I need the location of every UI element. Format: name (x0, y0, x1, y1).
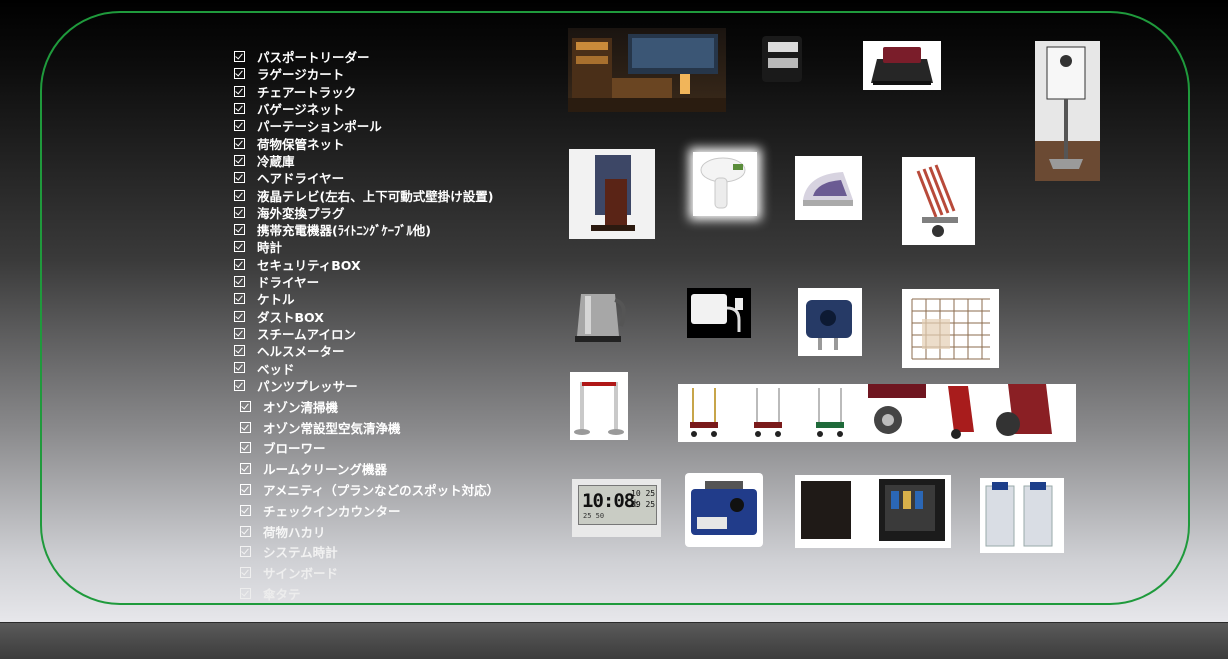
checkbox-icon (240, 463, 251, 475)
list-item: チェアートラック (234, 83, 564, 100)
hotel-room-photo (568, 28, 726, 112)
list-item: 荷物保管ネット (234, 134, 564, 152)
checkbox-icon (240, 400, 251, 412)
list-item: サインボード (240, 562, 570, 583)
sign-board-photo (1035, 41, 1100, 181)
luggage-carts-photo (678, 384, 1076, 442)
list-item: セキュリティBOX (234, 256, 564, 273)
checkbox-icon (234, 103, 245, 115)
checkbox-icon (240, 504, 251, 516)
list-item: 荷物ハカリ (240, 521, 570, 542)
checkbox-icon (234, 362, 245, 374)
system-clock-photo: 10:08 10 25 土 59 25 25 50 (572, 479, 661, 537)
checkbox-icon (234, 154, 245, 166)
checkbox-icon (234, 258, 245, 270)
list-item: オゾン常設型空気清浄機 (240, 417, 570, 438)
checkbox-icon (240, 588, 251, 600)
checkbox-icon (234, 206, 245, 218)
travel-plug-adapter-photo (798, 288, 862, 356)
checkbox-icon (234, 345, 245, 357)
list-item: オゾン清掃機 (240, 396, 570, 417)
list-item: ダストBOX (234, 307, 564, 325)
list-item: パスポートリーダー (234, 48, 564, 65)
list-item: ケトル (234, 290, 564, 307)
list-item: ヘルスメーター (234, 342, 564, 359)
ozone-cleaner-photo (685, 473, 763, 547)
list-item: 傘タテ (240, 583, 570, 604)
checkbox-icon (234, 51, 245, 63)
checkbox-icon (234, 224, 245, 236)
list-item: ルームクリーング機器 (240, 458, 570, 479)
list-item: チェックインカウンター (240, 500, 570, 521)
checkbox-icon (234, 85, 245, 97)
list-item: システム時計 (240, 542, 570, 563)
checkbox-icon (240, 484, 251, 496)
list-item: ラゲージカート (234, 65, 564, 82)
floor-strip (0, 622, 1228, 659)
clock-temp: 25 50 (583, 512, 605, 520)
list-item: 冷蔵庫 (234, 152, 564, 169)
kettle-photo (571, 282, 633, 346)
list-item: 携帯充電機器(ﾗｲﾄﾆﾝｸﾞｹｰﾌﾞﾙ他) (234, 221, 564, 238)
checkbox-icon (240, 442, 251, 454)
list-item: 時計 (234, 238, 564, 255)
clock-screen: 10:08 10 25 土 59 25 25 50 (578, 485, 657, 525)
list-item: ベッド (234, 359, 564, 377)
list-item: スチームアイロン (234, 325, 564, 342)
list-item: アメニティ（プランなどのスポット対応） (240, 479, 570, 500)
list-item: パンツプレッサー (234, 377, 564, 394)
checkbox-icon (240, 525, 251, 537)
chair-truck-photo (902, 157, 975, 245)
list-item: ブローワー (240, 438, 570, 459)
dust-box-photo (754, 30, 810, 86)
checkbox-icon (234, 120, 245, 132)
checkbox-icon (234, 293, 245, 305)
clock-time: 10:08 (582, 490, 635, 512)
pants-presser-photo (569, 149, 655, 239)
checkbox-icon (234, 379, 245, 391)
list-item: バゲージネット (234, 100, 564, 117)
phone-charger-photo (687, 288, 751, 338)
equipment-list-secondary: オゾン清掃機 オゾン常設型空気清浄機 ブローワー ルームクリーング機器 アメニテ… (240, 396, 570, 604)
checkbox-icon (240, 567, 251, 579)
list-item: パーテーションポール (234, 117, 564, 134)
checkbox-icon (240, 546, 251, 558)
equipment-list-primary: パスポートリーダー ラゲージカート チェアートラック バゲージネット パーテーシ… (234, 48, 564, 394)
checkbox-icon (234, 241, 245, 253)
clock-seconds: 59 25 (631, 500, 656, 509)
checkbox-icon (234, 137, 245, 149)
checkbox-icon (234, 68, 245, 80)
checkbox-icon (234, 327, 245, 339)
checkbox-icon (234, 189, 245, 201)
list-item: 液晶テレビ(左右、上下可動式壁掛け設置) (234, 186, 564, 204)
ozone-air-purifier-photo (980, 478, 1064, 553)
steam-iron-photo (795, 156, 862, 220)
list-item: 海外変換プラグ (234, 204, 564, 221)
partition-pole-photo (570, 372, 628, 440)
refrigerator-photo (795, 475, 951, 548)
checkbox-icon (240, 421, 251, 433)
luggage-net-photo (902, 289, 999, 368)
checkbox-icon (234, 310, 245, 322)
list-item: ヘアドライヤー (234, 169, 564, 186)
passport-reader-photo (863, 41, 941, 90)
checkbox-icon (234, 172, 245, 184)
checkbox-icon (234, 276, 245, 287)
list-item: ドライヤー (234, 273, 564, 290)
hair-dryer-photo (693, 152, 757, 216)
